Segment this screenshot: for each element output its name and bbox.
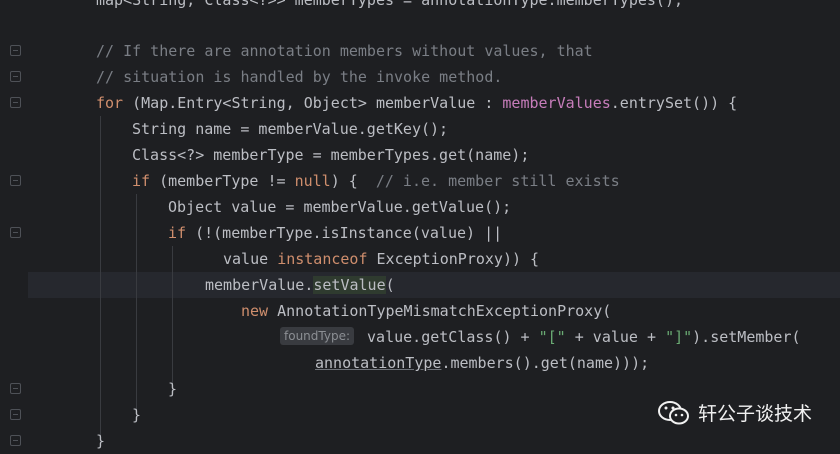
- indent-guide: [100, 116, 101, 438]
- indent-guide: [136, 194, 137, 412]
- code-line[interactable]: foundType: value.getClass() + "[" + valu…: [280, 324, 801, 350]
- fold-icon[interactable]: [10, 435, 21, 446]
- fold-icon[interactable]: [10, 71, 21, 82]
- fold-icon[interactable]: [10, 175, 21, 186]
- code-line[interactable]: // situation is handled by the invoke me…: [96, 64, 502, 90]
- code-line[interactable]: map<String, Class<?>> memberTypes = anno…: [96, 0, 683, 13]
- fold-icon[interactable]: [10, 45, 21, 56]
- parameter-hint: foundType:: [280, 327, 354, 345]
- watermark-text: 轩公子谈技术: [697, 403, 812, 425]
- code-line[interactable]: String name = memberValue.getKey();: [132, 116, 448, 142]
- code-line[interactable]: }: [168, 376, 177, 402]
- code-line[interactable]: new AnnotationTypeMismatchExceptionProxy…: [241, 298, 611, 324]
- current-line-highlight: [28, 272, 840, 298]
- code-line[interactable]: value instanceof ExceptionProxy)) {: [223, 246, 539, 272]
- code-editor[interactable]: map<String, Class<?>> memberTypes = anno…: [0, 0, 840, 454]
- fold-icon[interactable]: [10, 227, 21, 238]
- code-line[interactable]: Object value = memberValue.getValue();: [168, 194, 511, 220]
- fold-icon[interactable]: [10, 97, 21, 108]
- code-line[interactable]: // If there are annotation members witho…: [96, 38, 593, 64]
- fold-icon[interactable]: [10, 383, 21, 394]
- code-line[interactable]: memberValue.setValue(: [205, 272, 395, 298]
- indent-guide: [172, 246, 173, 386]
- code-line[interactable]: if (memberType != null) { // i.e. member…: [132, 168, 620, 194]
- code-line[interactable]: }: [96, 428, 105, 454]
- code-line[interactable]: if (!(memberType.isInstance(value) ||: [168, 220, 502, 246]
- watermark: 轩公子谈技术: [657, 399, 812, 426]
- code-line[interactable]: annotationType.members().get(name)));: [315, 350, 649, 376]
- code-line[interactable]: for (Map.Entry<String, Object> memberVal…: [96, 90, 737, 116]
- code-line[interactable]: }: [132, 402, 141, 428]
- wechat-icon: [657, 400, 690, 426]
- fold-icon[interactable]: [10, 409, 21, 420]
- gutter: [0, 0, 28, 454]
- code-line[interactable]: Class<?> memberType = memberTypes.get(na…: [132, 142, 529, 168]
